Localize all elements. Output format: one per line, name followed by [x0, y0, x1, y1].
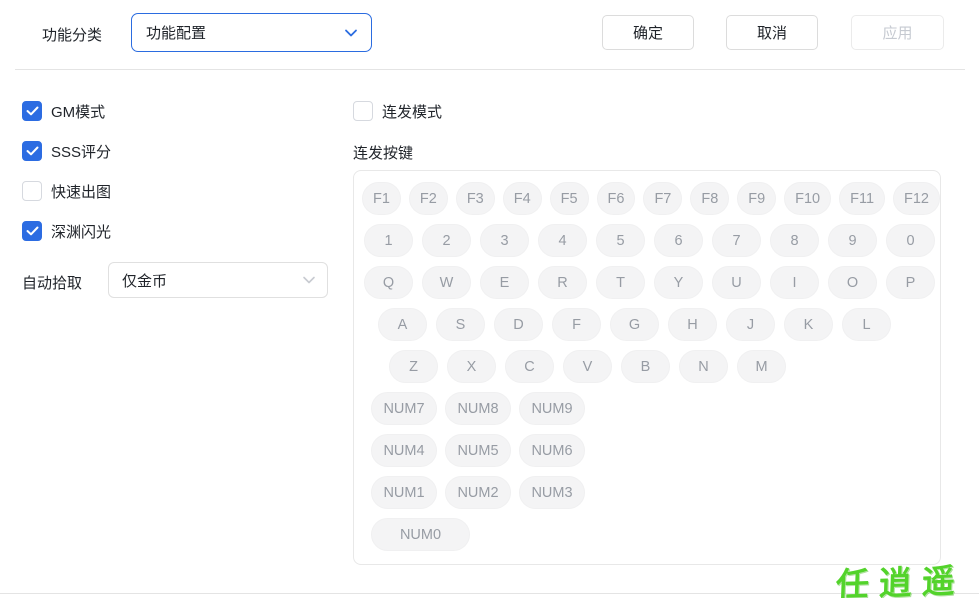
apply-button-disabled[interactable]: 应用	[851, 15, 944, 50]
fast-map-label: 快速出图	[51, 181, 111, 202]
auto-pickup-select[interactable]: 仅金币	[108, 262, 328, 298]
key-L[interactable]: L	[842, 308, 891, 341]
key-O[interactable]: O	[828, 266, 877, 299]
header-divider	[15, 69, 965, 70]
burst-mode-label: 连发模式	[382, 101, 442, 122]
keyboard-row: NUM0	[371, 518, 940, 551]
keyboard-row: ASDFGHJKL	[378, 308, 940, 341]
abyss-flash-checkbox[interactable]	[22, 221, 42, 241]
keyboard-row: NUM7NUM8NUM9	[371, 392, 940, 425]
key-F9[interactable]: F9	[737, 182, 776, 215]
ok-button[interactable]: 确定	[602, 15, 694, 50]
burst-mode-checkbox[interactable]	[353, 101, 373, 121]
checkbox-row-abyss-flash[interactable]: 深渊闪光	[22, 221, 111, 241]
auto-pickup-label: 自动拾取	[22, 272, 82, 293]
keyboard-row: 1234567890	[364, 224, 940, 257]
key-G[interactable]: G	[610, 308, 659, 341]
key-E[interactable]: E	[480, 266, 529, 299]
key-N[interactable]: N	[679, 350, 728, 383]
key-S[interactable]: S	[436, 308, 485, 341]
key-NUM3[interactable]: NUM3	[519, 476, 585, 509]
key-3[interactable]: 3	[480, 224, 529, 257]
checkbox-row-sss-score[interactable]: SSS评分	[22, 141, 111, 161]
key-W[interactable]: W	[422, 266, 471, 299]
key-P[interactable]: P	[886, 266, 935, 299]
watermark-signature: 任逍遥	[835, 554, 966, 598]
keyboard-row: ZXCVBNM	[389, 350, 940, 383]
key-NUM7[interactable]: NUM7	[371, 392, 437, 425]
key-T[interactable]: T	[596, 266, 645, 299]
key-Z[interactable]: Z	[389, 350, 438, 383]
key-R[interactable]: R	[538, 266, 587, 299]
key-NUM8[interactable]: NUM8	[445, 392, 511, 425]
key-NUM2[interactable]: NUM2	[445, 476, 511, 509]
category-label: 功能分类	[42, 24, 102, 45]
key-F4[interactable]: F4	[503, 182, 542, 215]
key-A[interactable]: A	[378, 308, 427, 341]
abyss-flash-label: 深渊闪光	[51, 221, 111, 242]
keyboard-row: F1F2F3F4F5F6F7F8F9F10F11F12	[362, 182, 940, 215]
key-F2[interactable]: F2	[409, 182, 448, 215]
key-9[interactable]: 9	[828, 224, 877, 257]
key-1[interactable]: 1	[364, 224, 413, 257]
key-NUM5[interactable]: NUM5	[445, 434, 511, 467]
key-6[interactable]: 6	[654, 224, 703, 257]
key-Q[interactable]: Q	[364, 266, 413, 299]
key-V[interactable]: V	[563, 350, 612, 383]
burst-keys-label: 连发按键	[353, 142, 413, 163]
key-F11[interactable]: F11	[839, 182, 885, 215]
sss-score-checkbox[interactable]	[22, 141, 42, 161]
key-NUM9[interactable]: NUM9	[519, 392, 585, 425]
checkbox-row-gm-mode[interactable]: GM模式	[22, 101, 105, 121]
sss-score-label: SSS评分	[51, 141, 111, 162]
key-F3[interactable]: F3	[456, 182, 495, 215]
key-M[interactable]: M	[737, 350, 786, 383]
key-NUM6[interactable]: NUM6	[519, 434, 585, 467]
key-5[interactable]: 5	[596, 224, 645, 257]
key-F10[interactable]: F10	[784, 182, 831, 215]
key-U[interactable]: U	[712, 266, 761, 299]
key-0[interactable]: 0	[886, 224, 935, 257]
key-7[interactable]: 7	[712, 224, 761, 257]
chevron-down-icon	[301, 272, 317, 288]
key-D[interactable]: D	[494, 308, 543, 341]
chevron-down-icon	[343, 25, 359, 41]
key-H[interactable]: H	[668, 308, 717, 341]
key-B[interactable]: B	[621, 350, 670, 383]
key-X[interactable]: X	[447, 350, 496, 383]
category-select[interactable]: 功能配置	[131, 13, 372, 52]
key-Y[interactable]: Y	[654, 266, 703, 299]
key-C[interactable]: C	[505, 350, 554, 383]
key-F1[interactable]: F1	[362, 182, 401, 215]
key-I[interactable]: I	[770, 266, 819, 299]
key-4[interactable]: 4	[538, 224, 587, 257]
checkbox-row-fast-map[interactable]: 快速出图	[22, 181, 111, 201]
key-8[interactable]: 8	[770, 224, 819, 257]
bottom-divider	[0, 593, 979, 594]
keyboard-row: QWERTYUIOP	[364, 266, 940, 299]
fast-map-checkbox[interactable]	[22, 181, 42, 201]
key-F[interactable]: F	[552, 308, 601, 341]
burst-keys-keyboard: F1F2F3F4F5F6F7F8F9F10F11F121234567890QWE…	[353, 170, 941, 565]
key-NUM0[interactable]: NUM0	[371, 518, 470, 551]
cancel-button[interactable]: 取消	[726, 15, 818, 50]
key-K[interactable]: K	[784, 308, 833, 341]
key-F12[interactable]: F12	[893, 182, 940, 215]
auto-pickup-value: 仅金币	[122, 270, 167, 291]
key-F7[interactable]: F7	[643, 182, 682, 215]
keyboard-row: NUM4NUM5NUM6	[371, 434, 940, 467]
key-J[interactable]: J	[726, 308, 775, 341]
category-select-value: 功能配置	[146, 22, 206, 43]
key-NUM1[interactable]: NUM1	[371, 476, 437, 509]
gm-mode-checkbox[interactable]	[22, 101, 42, 121]
key-NUM4[interactable]: NUM4	[371, 434, 437, 467]
checkbox-row-burst-mode[interactable]: 连发模式	[353, 101, 442, 121]
key-2[interactable]: 2	[422, 224, 471, 257]
gm-mode-label: GM模式	[51, 101, 105, 122]
keyboard-row: NUM1NUM2NUM3	[371, 476, 940, 509]
key-F6[interactable]: F6	[597, 182, 636, 215]
key-F8[interactable]: F8	[690, 182, 729, 215]
key-F5[interactable]: F5	[550, 182, 589, 215]
